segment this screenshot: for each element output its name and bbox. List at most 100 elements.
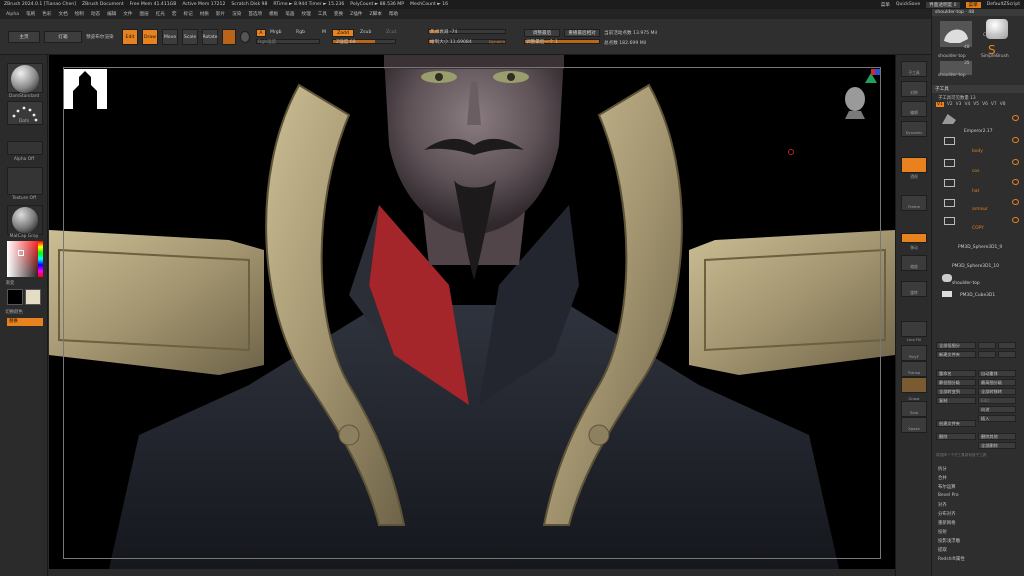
quicksave-button[interactable]: QuickSave bbox=[896, 2, 920, 7]
lightbox-button[interactable]: 灯箱 bbox=[44, 31, 82, 43]
bas-relief-item[interactable]: 投影浅浮雕 bbox=[938, 538, 960, 544]
menu-layer[interactable]: 图层 bbox=[139, 11, 148, 17]
rgb-toggle[interactable]: Rgb bbox=[296, 30, 305, 35]
eye-icon[interactable] bbox=[1012, 137, 1019, 143]
menu-zplugin[interactable]: Z插件 bbox=[350, 11, 362, 17]
delete-other-button[interactable]: 删除其他 bbox=[978, 433, 1016, 440]
eye-icon[interactable] bbox=[1012, 159, 1019, 165]
menu-zscript[interactable]: Z脚本 bbox=[369, 11, 381, 17]
move-view-button[interactable] bbox=[901, 233, 927, 243]
bevel-pro-item[interactable]: Bevel Pro bbox=[938, 493, 959, 498]
new-folder-button[interactable]: 新建文件夹 bbox=[936, 351, 976, 358]
distribute-item[interactable]: 分布对齐 bbox=[938, 511, 956, 517]
spotlight-label[interactable]: 预览布尔渲染 bbox=[86, 34, 114, 40]
paste-button[interactable]: Edit bbox=[978, 397, 1016, 404]
linefill-button[interactable] bbox=[901, 321, 927, 337]
hue-strip[interactable] bbox=[38, 241, 43, 277]
a-toggle[interactable]: A bbox=[256, 29, 266, 37]
menu-document[interactable]: 文档 bbox=[58, 11, 67, 17]
tab-v3[interactable]: V3 bbox=[956, 102, 962, 107]
menu-draw[interactable]: 绘制 bbox=[75, 11, 84, 17]
boolean-item[interactable]: 布尔运算 bbox=[938, 484, 956, 490]
subtool-row[interactable]: body bbox=[936, 135, 1022, 154]
redshift-item[interactable]: Redshift属性 bbox=[938, 556, 965, 562]
subtool-row[interactable]: PM3D_Cube3D1 bbox=[936, 289, 1022, 303]
draw-button[interactable]: Draw bbox=[142, 29, 158, 45]
m-toggle[interactable]: M bbox=[322, 30, 326, 35]
subtool-row[interactable]: PM3D_Sphere3D1_9 bbox=[936, 237, 1022, 251]
switch-color-label[interactable]: 切换颜色 bbox=[0, 309, 38, 315]
subtool-row[interactable]: shoulder·top bbox=[936, 273, 1022, 287]
subtool-header[interactable]: 子工具 bbox=[932, 85, 1024, 93]
menu-color[interactable]: 色彩 bbox=[42, 11, 51, 17]
rename-button[interactable]: 重命名 bbox=[936, 370, 976, 377]
secondary-color-swatch[interactable] bbox=[25, 289, 41, 305]
all-move-button[interactable]: 全部转移转 bbox=[978, 388, 1016, 395]
viewport-canvas[interactable] bbox=[49, 55, 895, 569]
split-item[interactable]: 拆分 bbox=[938, 466, 947, 472]
insert-button[interactable]: 插入 bbox=[978, 415, 1016, 422]
menu-stroke[interactable]: 笔画 bbox=[285, 11, 294, 17]
create-folder-button[interactable]: 创建文件夹 bbox=[936, 420, 976, 427]
eye-icon[interactable] bbox=[1012, 199, 1019, 205]
mrgb-toggle[interactable]: Mrgb bbox=[270, 30, 282, 35]
gradient-label[interactable]: 渐变 bbox=[0, 280, 34, 286]
all-copy-button[interactable]: 全部转变到 bbox=[936, 388, 976, 395]
delete-button[interactable]: 删除 bbox=[936, 433, 976, 440]
menu-marker[interactable]: 标记 bbox=[184, 11, 193, 17]
tab-v7[interactable]: V7 bbox=[991, 102, 997, 107]
tab-v5[interactable]: V5 bbox=[973, 102, 979, 107]
ghost-button[interactable] bbox=[901, 377, 927, 393]
script-label[interactable]: DefaultZScript bbox=[987, 2, 1020, 7]
menu-preferences[interactable]: 首选项 bbox=[248, 11, 262, 17]
brush-thumbnail[interactable] bbox=[7, 63, 43, 93]
delete-all-button[interactable]: 全部删除 bbox=[978, 442, 1016, 449]
zadd-toggle[interactable]: Zadd bbox=[332, 29, 354, 37]
move-down-button[interactable] bbox=[998, 342, 1016, 349]
home-button[interactable]: 主页 bbox=[8, 31, 40, 43]
tool-thumb-shoulder[interactable] bbox=[940, 21, 972, 47]
tool-title[interactable]: shoulder·top · 48 bbox=[932, 9, 1024, 16]
zcut-toggle[interactable]: Zcut bbox=[386, 30, 396, 35]
menu-macro[interactable]: 宏 bbox=[172, 11, 177, 17]
extract-item[interactable]: 提取 bbox=[938, 547, 947, 553]
menu-brush[interactable]: 笔刷 bbox=[26, 11, 35, 17]
alpha-thumbnail[interactable] bbox=[7, 141, 43, 155]
menu-help[interactable]: 帮助 bbox=[389, 11, 398, 17]
all-low-button[interactable]: 全部低细分 bbox=[936, 342, 976, 349]
alternate-button[interactable]: 替换 bbox=[7, 318, 43, 326]
menu-alpha[interactable]: Alpha bbox=[6, 12, 19, 17]
menu-transform[interactable]: 变换 bbox=[334, 11, 343, 17]
subtool-row[interactable]: hat bbox=[936, 177, 1022, 194]
menu-render[interactable]: 渲染 bbox=[232, 11, 241, 17]
auto-reorder-button[interactable]: 自动重排 bbox=[978, 370, 1016, 377]
align-item[interactable]: 对齐 bbox=[938, 502, 947, 508]
eye-icon[interactable] bbox=[1012, 115, 1019, 121]
tab-v2[interactable]: V2 bbox=[947, 102, 953, 107]
adjust-last-button[interactable]: 调整最后 bbox=[524, 29, 560, 37]
perspective-button[interactable] bbox=[901, 157, 927, 173]
menu-icon[interactable]: 菜单 bbox=[881, 2, 890, 8]
tab-v1[interactable]: V1 bbox=[936, 102, 944, 107]
scale-button[interactable]: Scale bbox=[182, 29, 198, 45]
menu-light[interactable]: 红光 bbox=[156, 11, 165, 17]
menu-dynamics[interactable]: 动态 bbox=[91, 11, 100, 17]
primary-color-swatch[interactable] bbox=[7, 289, 23, 305]
move-down-2-button[interactable] bbox=[998, 351, 1016, 358]
append-button[interactable]: 向进 bbox=[978, 406, 1016, 413]
eye-icon[interactable] bbox=[1012, 179, 1019, 185]
material-swatch-icon[interactable] bbox=[222, 29, 236, 45]
move-up-button[interactable] bbox=[978, 342, 996, 349]
subtool-row[interactable]: armour bbox=[936, 197, 1022, 212]
gyro-sphere-icon[interactable] bbox=[240, 31, 250, 43]
menu-texture[interactable]: 纹理 bbox=[302, 11, 311, 17]
eye-icon[interactable] bbox=[1012, 217, 1019, 223]
subtool-row[interactable]: cos bbox=[936, 157, 1022, 174]
rotate-button[interactable]: Rotate bbox=[202, 29, 218, 45]
move-button[interactable]: Move bbox=[162, 29, 178, 45]
texture-thumbnail[interactable] bbox=[7, 167, 43, 195]
transparency-control[interactable]: 界面透明度 0 bbox=[926, 1, 960, 8]
subtool-row[interactable]: Emperor2.17 bbox=[936, 113, 1022, 134]
merge-item[interactable]: 合并 bbox=[938, 475, 947, 481]
copy-button[interactable]: 复制 bbox=[936, 397, 976, 404]
